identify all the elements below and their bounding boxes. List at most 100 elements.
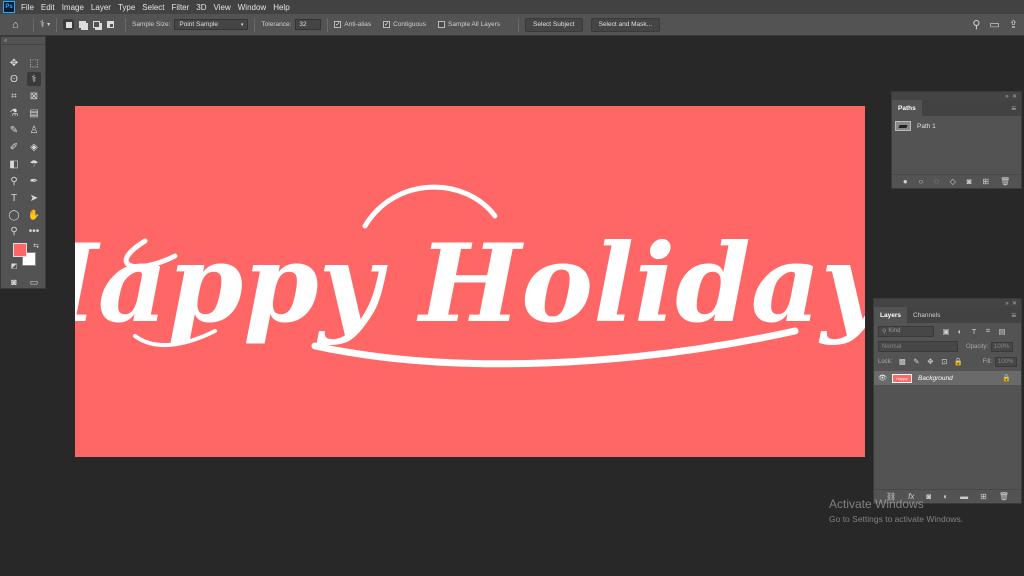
opacity-input[interactable]: 100% bbox=[991, 341, 1014, 352]
zoom-tool-icon[interactable]: ⚲ bbox=[7, 224, 21, 238]
lock-pixels-icon[interactable]: ✎ bbox=[909, 357, 923, 366]
eye-icon[interactable]: 👁 bbox=[878, 374, 892, 382]
checkmark-icon: ✓ bbox=[334, 21, 342, 28]
subtract-from-selection-icon[interactable] bbox=[91, 19, 102, 30]
fill-label: Fill: bbox=[982, 358, 992, 365]
tab-paths[interactable]: Paths bbox=[892, 100, 922, 116]
menu-layer[interactable]: Layer bbox=[91, 3, 111, 12]
tolerance-input[interactable]: 32 bbox=[295, 19, 322, 30]
lock-position-icon[interactable]: ✥ bbox=[923, 357, 937, 366]
menu-view[interactable]: View bbox=[214, 3, 231, 12]
clone-stamp-icon[interactable]: ♙ bbox=[27, 123, 41, 137]
workspace-icon[interactable]: ▭ bbox=[989, 18, 999, 31]
magic-wand-tool-icon[interactable]: ⚕ bbox=[40, 19, 45, 30]
trash-icon[interactable]: 🗑 bbox=[999, 492, 1009, 501]
stroke-path-icon[interactable]: ○ bbox=[919, 177, 924, 186]
load-selection-icon[interactable]: ◌ bbox=[934, 177, 939, 186]
sample-all-layers-label: Sample All Layers bbox=[448, 21, 501, 28]
new-selection-icon[interactable] bbox=[63, 19, 75, 30]
quick-mask-icon[interactable]: ◙ bbox=[7, 275, 21, 289]
fill-path-icon[interactable]: ● bbox=[903, 177, 908, 186]
gradient-tool-icon[interactable]: ◧ bbox=[7, 157, 21, 171]
anti-alias-label: Anti-alias bbox=[344, 21, 372, 28]
kind-filter-select[interactable]: ⚲ Kind bbox=[878, 325, 934, 337]
pen-tool-icon[interactable]: ✒ bbox=[27, 174, 41, 188]
menu-help[interactable]: Help bbox=[273, 3, 289, 12]
menu-image[interactable]: Image bbox=[62, 3, 84, 12]
lock-all-icon[interactable]: 🔒 bbox=[951, 357, 965, 366]
kind-placeholder: Kind bbox=[888, 328, 901, 334]
menu-filter[interactable]: Filter bbox=[172, 3, 190, 12]
blend-mode-select[interactable]: Normal bbox=[878, 341, 958, 352]
contiguous-checkbox[interactable]: ✓ Contiguous bbox=[383, 21, 430, 28]
chevron-down-icon[interactable]: ▾ bbox=[47, 21, 50, 28]
photoshop-logo-icon[interactable]: Ps bbox=[3, 1, 15, 13]
collapse-icon[interactable]: » ✕ bbox=[874, 299, 1021, 307]
crop-tool-icon[interactable]: ⌗ bbox=[7, 89, 21, 103]
hand-tool-icon[interactable]: ✋ bbox=[27, 208, 41, 222]
collapse-icon[interactable]: » ✕ bbox=[892, 92, 1021, 100]
menu-window[interactable]: Window bbox=[238, 3, 266, 12]
make-work-path-icon[interactable]: ◇ bbox=[950, 177, 956, 186]
blur-tool-icon[interactable]: ☂ bbox=[27, 157, 41, 171]
history-brush-icon[interactable]: ✐ bbox=[7, 140, 21, 154]
add-to-selection-icon[interactable] bbox=[77, 19, 88, 30]
path-item[interactable]: Path 1 bbox=[892, 119, 1021, 133]
intersect-selection-icon[interactable] bbox=[105, 19, 116, 30]
type-filter-icon[interactable]: T bbox=[967, 327, 981, 336]
pixel-filter-icon[interactable]: ▣ bbox=[939, 327, 953, 336]
default-colors-icon[interactable]: ◩ bbox=[7, 259, 21, 273]
shape-tool-icon[interactable]: ◯ bbox=[7, 208, 21, 222]
select-and-mask-button[interactable]: Select and Mask... bbox=[590, 17, 661, 32]
new-layer-icon[interactable]: ⊞ bbox=[980, 492, 987, 501]
marquee-tool-icon[interactable]: ⬚ bbox=[27, 56, 41, 70]
watermark-subtitle: Go to Settings to activate Windows. bbox=[829, 514, 964, 524]
collapse-icon[interactable]: « bbox=[1, 37, 45, 45]
shape-filter-icon[interactable]: ⌗ bbox=[981, 326, 995, 336]
swap-colors-icon[interactable]: ⇆ bbox=[29, 239, 43, 253]
menu-select[interactable]: Select bbox=[142, 3, 164, 12]
lock-transparent-icon[interactable]: ▩ bbox=[895, 357, 909, 366]
magic-wand-tool-icon[interactable]: ⚕ bbox=[27, 72, 41, 86]
add-mask-icon[interactable]: ◙ bbox=[967, 177, 972, 186]
share-icon[interactable]: ⇪ bbox=[1009, 18, 1018, 31]
adjustment-filter-icon[interactable]: ◐ bbox=[953, 327, 967, 336]
menu-3d[interactable]: 3D bbox=[196, 3, 206, 12]
new-path-icon[interactable]: ⊞ bbox=[982, 177, 989, 186]
path-name: Path 1 bbox=[917, 122, 936, 130]
trash-icon[interactable]: 🗑 bbox=[1000, 177, 1010, 186]
document-canvas[interactable]: Happy Holidays bbox=[75, 106, 865, 457]
move-tool-icon[interactable]: ✥ bbox=[7, 56, 21, 70]
sample-size-select[interactable]: Point Sample ▾ bbox=[174, 19, 249, 30]
sample-all-layers-checkbox[interactable]: Sample All Layers bbox=[438, 21, 504, 28]
fill-input[interactable]: 100% bbox=[995, 356, 1017, 367]
brush-tool-icon[interactable]: ✎ bbox=[7, 123, 21, 137]
healing-brush-icon[interactable]: ▤ bbox=[27, 106, 41, 120]
search-icon[interactable]: ⚲ bbox=[972, 18, 980, 31]
menu-type[interactable]: Type bbox=[118, 3, 135, 12]
path-selection-icon[interactable]: ➤ bbox=[27, 191, 41, 205]
anti-alias-checkbox[interactable]: ✓ Anti-alias bbox=[334, 21, 375, 28]
type-tool-icon[interactable]: T bbox=[7, 191, 21, 205]
lock-artboard-icon[interactable]: ⊡ bbox=[937, 357, 951, 366]
screen-mode-icon[interactable]: ▭ bbox=[27, 275, 41, 289]
divider bbox=[56, 17, 58, 32]
home-icon[interactable]: ⌂ bbox=[12, 19, 19, 31]
foreground-color-swatch[interactable] bbox=[13, 243, 27, 257]
menu-file[interactable]: File bbox=[21, 3, 34, 12]
layer-thumbnail: Happy bbox=[892, 373, 912, 383]
dodge-tool-icon[interactable]: ⚲ bbox=[7, 174, 21, 188]
eraser-tool-icon[interactable]: ◈ bbox=[27, 140, 41, 154]
smart-object-filter-icon[interactable]: ▤ bbox=[995, 327, 1009, 336]
more-tools-icon[interactable]: ••• bbox=[27, 224, 41, 238]
tab-layers[interactable]: Layers bbox=[874, 307, 907, 323]
eyedropper-tool-icon[interactable]: ⚗ bbox=[7, 106, 21, 120]
panel-menu-icon[interactable]: ≡ bbox=[1011, 104, 1016, 113]
tab-channels[interactable]: Channels bbox=[907, 307, 946, 323]
menu-edit[interactable]: Edit bbox=[41, 3, 55, 12]
select-subject-button[interactable]: Select Subject bbox=[525, 17, 583, 32]
layer-row-background[interactable]: 👁 Happy Background 🔒 bbox=[874, 371, 1021, 385]
frame-tool-icon[interactable]: ⊠ bbox=[27, 89, 41, 103]
panel-menu-icon[interactable]: ≡ bbox=[1011, 311, 1016, 320]
lasso-tool-icon[interactable]: ʘ bbox=[7, 72, 21, 86]
